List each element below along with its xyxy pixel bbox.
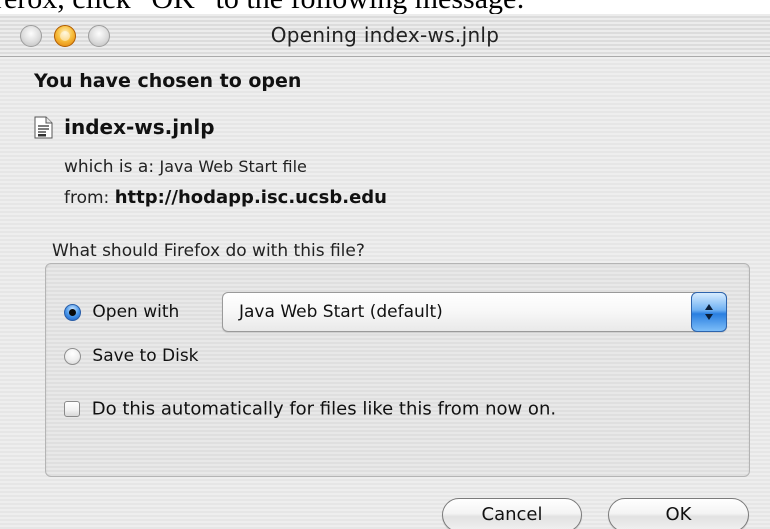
- file-name: index-ws.jnlp: [64, 115, 215, 139]
- select-arrows-icon[interactable]: [691, 292, 727, 332]
- cancel-button[interactable]: Cancel: [442, 498, 582, 529]
- application-select[interactable]: Java Web Start (default): [222, 292, 727, 332]
- action-group-box: Open with Java Web Start (default) Save …: [45, 263, 750, 477]
- save-to-disk-label[interactable]: Save to Disk: [92, 346, 198, 366]
- background-instruction: rerox, click “OK” to the following messa…: [0, 0, 525, 15]
- document-icon: [34, 116, 53, 139]
- dialog-heading: You have chosen to open: [34, 70, 302, 92]
- ok-button[interactable]: OK: [608, 498, 749, 529]
- arrow-up-icon: [705, 304, 713, 310]
- window-title: Opening index-ws.jnlp: [270, 23, 500, 47]
- file-type-line: which is a: Java Web Start file: [64, 157, 307, 177]
- file-source-line: from: http://hodapp.isc.ucsb.edu: [64, 187, 387, 208]
- open-with-label[interactable]: Open with: [92, 302, 179, 322]
- auto-action-option[interactable]: Do this automatically for files like thi…: [64, 398, 556, 420]
- file-row: index-ws.jnlp: [34, 115, 215, 139]
- open-file-dialog: You have chosen to open index-ws.jnlp wh…: [0, 57, 770, 529]
- auto-action-label[interactable]: Do this automatically for files like thi…: [92, 399, 556, 420]
- open-with-option[interactable]: Open with: [64, 302, 179, 322]
- file-type-value: Java Web Start file: [159, 157, 307, 176]
- save-to-disk-option[interactable]: Save to Disk: [64, 346, 199, 366]
- file-source-label: from:: [64, 188, 110, 208]
- file-source-value: http://hodapp.isc.ucsb.edu: [114, 187, 387, 208]
- save-to-disk-radio[interactable]: [64, 347, 81, 365]
- file-type-label: which is a:: [64, 157, 155, 177]
- application-select-value[interactable]: Java Web Start (default): [239, 302, 443, 322]
- action-question: What should Firefox do with this file?: [52, 241, 365, 261]
- open-with-radio[interactable]: [64, 303, 81, 321]
- auto-action-checkbox[interactable]: [64, 401, 80, 417]
- arrow-down-icon: [705, 314, 713, 320]
- window-titlebar[interactable]: Opening index-ws.jnlp: [0, 14, 770, 57]
